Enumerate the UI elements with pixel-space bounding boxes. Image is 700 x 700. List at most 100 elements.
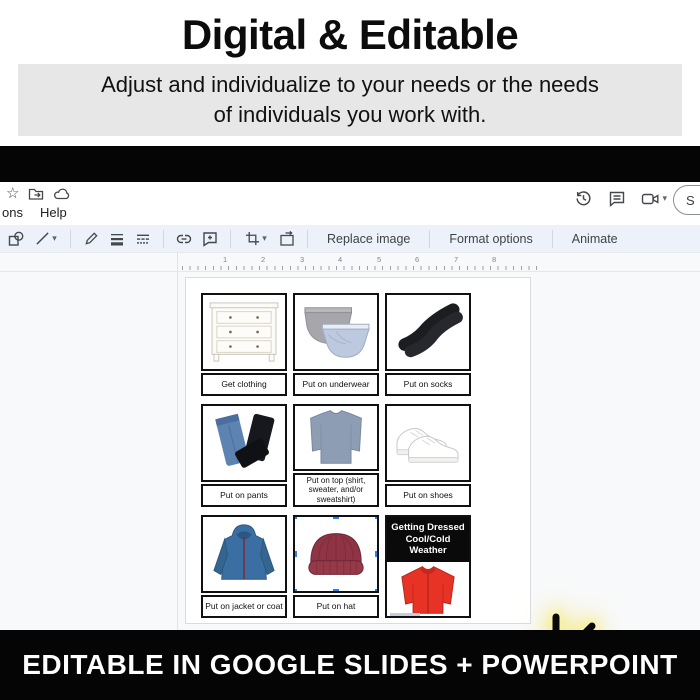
schedule-card-pants[interactable]: Put on pants [201, 404, 287, 507]
schedule-card-hat[interactable]: Put on hat [293, 515, 379, 618]
click-cursor-graphic [515, 609, 665, 630]
comment-history-icon[interactable] [608, 190, 626, 208]
schedule-title-line-1: Getting Dressed [387, 522, 469, 534]
socks-image[interactable] [385, 293, 471, 371]
card-label[interactable]: Put on jacket or coat [201, 595, 287, 618]
slides-header: ☆ ons Help [0, 182, 700, 225]
ruler-tick-label: 8 [492, 255, 496, 264]
schedule-title-header[interactable]: Getting Dressed Cool/Cold Weather [387, 517, 469, 562]
resize-handle[interactable] [333, 589, 339, 593]
card-label[interactable]: Put on top (shirt, sweater, and/or sweat… [293, 473, 379, 508]
schedule-card-socks[interactable]: Put on socks [385, 293, 471, 396]
resize-handle[interactable] [333, 515, 339, 519]
schedule-card-underwear[interactable]: Put on underwear [293, 293, 379, 396]
toolbar-divider [70, 230, 71, 248]
schedule-card-shoes[interactable]: Put on shoes [385, 404, 471, 507]
slide-page[interactable]: Get clothing [185, 277, 531, 624]
dresser-image[interactable] [201, 293, 287, 371]
card-label[interactable]: Get clothing [201, 373, 287, 396]
reset-image-icon[interactable] [278, 230, 296, 248]
schedule-title-card[interactable]: Getting Dressed Cool/Cold Weather [385, 515, 471, 618]
ruler-tick-label: 2 [261, 255, 265, 264]
replace-image-button[interactable]: Replace image [319, 229, 418, 249]
crop-image-icon[interactable]: ▾ [242, 230, 270, 248]
resize-handle[interactable] [293, 551, 297, 557]
pants-image[interactable] [201, 404, 287, 482]
slide-canvas-area: 1 2 3 4 5 6 7 8 [0, 253, 700, 630]
line-tool-icon[interactable]: ▾ [33, 230, 59, 248]
ruler-baseline [0, 271, 700, 272]
page-title: Digital & Editable [0, 0, 700, 60]
jacket-image[interactable] [201, 515, 287, 593]
share-button-label: S [686, 193, 695, 208]
ruler-tick-label: 1 [223, 255, 227, 264]
toolbar-divider [230, 230, 231, 248]
card-label[interactable]: Put on socks [385, 373, 471, 396]
ruler-tick-label: 5 [377, 255, 381, 264]
header-actions: ▾ [574, 189, 667, 208]
star-icon[interactable]: ☆ [6, 186, 19, 202]
ruler-tick-label: 4 [338, 255, 342, 264]
promo-header: Digital & Editable Adjust and individual… [0, 0, 700, 146]
resize-handle[interactable] [293, 589, 297, 593]
format-options-button[interactable]: Format options [441, 229, 540, 249]
animate-button[interactable]: Animate [564, 229, 626, 249]
chevron-down-icon[interactable]: ▾ [262, 233, 267, 244]
border-dash-icon[interactable] [134, 230, 152, 248]
menu-bar: ons Help [0, 205, 69, 220]
subtitle-box: Adjust and individualize to your needs o… [18, 64, 682, 136]
schedule-card-top[interactable]: Put on top (shirt, sweater, and/or sweat… [293, 404, 379, 507]
resize-handle[interactable] [375, 551, 379, 557]
move-folder-icon[interactable] [28, 186, 44, 202]
border-weight-icon[interactable] [108, 230, 126, 248]
toolbar-divider [552, 230, 553, 248]
card-label[interactable]: Put on underwear [293, 373, 379, 396]
shoes-image[interactable] [385, 404, 471, 482]
toolbar-divider [163, 230, 164, 248]
subtitle-line-1: Adjust and individualize to your needs o… [101, 70, 599, 100]
scribble-pen-icon[interactable] [82, 230, 100, 248]
insert-link-icon[interactable] [175, 230, 193, 248]
schedule-title-line-2: Cool/Cold Weather [387, 534, 469, 557]
filmstrip-divider [177, 253, 178, 630]
menu-item-help[interactable]: Help [38, 205, 69, 220]
meet-call-control[interactable]: ▾ [641, 190, 667, 208]
schedule-card-jacket[interactable]: Put on jacket or coat [201, 515, 287, 618]
resize-handle[interactable] [375, 589, 379, 593]
horizontal-ruler: 1 2 3 4 5 6 7 8 [182, 255, 542, 270]
share-button[interactable]: S [673, 185, 700, 215]
credit-watermark [390, 613, 420, 616]
card-label[interactable]: Put on shoes [385, 484, 471, 507]
resize-handle[interactable] [375, 515, 379, 519]
ruler-tick-label: 7 [454, 255, 458, 264]
hat-image[interactable] [293, 515, 379, 593]
chevron-down-icon[interactable]: ▾ [52, 233, 57, 244]
slides-toolbar: ▾ [0, 225, 700, 253]
promo-footer: EDITABLE IN GOOGLE SLIDES + POWERPOINT [0, 630, 700, 700]
fleece-image[interactable] [387, 562, 469, 618]
visual-schedule-grid: Get clothing [201, 293, 471, 618]
menu-item-extensions-partial[interactable]: ons [0, 205, 25, 220]
schedule-card-get-clothing[interactable]: Get clothing [201, 293, 287, 396]
shirt-image[interactable] [293, 404, 379, 471]
ruler-tick-label: 6 [415, 255, 419, 264]
resize-handle[interactable] [293, 515, 297, 519]
card-label[interactable]: Put on hat [293, 595, 379, 618]
subtitle-line-2: of individuals you work with. [214, 100, 487, 130]
footer-text: EDITABLE IN GOOGLE SLIDES + POWERPOINT [22, 649, 678, 681]
toolbar-divider [429, 230, 430, 248]
version-history-icon[interactable] [574, 189, 593, 208]
shape-tool-icon[interactable] [7, 230, 25, 248]
toolbar-divider [307, 230, 308, 248]
doc-quick-actions: ☆ [6, 186, 70, 202]
top-divider-bar [0, 146, 700, 182]
cloud-status-icon[interactable] [53, 186, 70, 202]
image-selection-box [293, 515, 379, 593]
promo-graphic: Digital & Editable Adjust and individual… [0, 0, 700, 700]
underwear-image[interactable] [293, 293, 379, 371]
add-comment-icon[interactable] [201, 230, 219, 248]
card-label[interactable]: Put on pants [201, 484, 287, 507]
chevron-down-icon[interactable]: ▾ [662, 193, 667, 204]
google-slides-window: ☆ ons Help [0, 182, 700, 630]
ruler-tick-label: 3 [300, 255, 304, 264]
